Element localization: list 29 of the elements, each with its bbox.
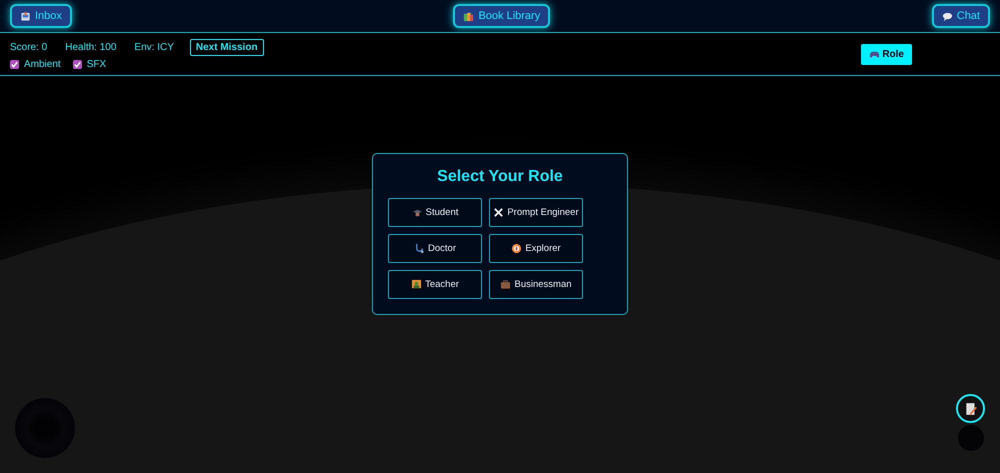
inbox-button[interactable]: Inbox (10, 4, 72, 28)
role-option-button[interactable]: Explorer (489, 234, 583, 263)
briefcase-icon (500, 279, 512, 290)
compass-icon (511, 243, 522, 254)
role-option-button[interactable]: Student (388, 198, 482, 227)
checkbox-label: Ambient (24, 58, 61, 70)
board-icon (411, 279, 422, 290)
stethoscope-icon (414, 243, 425, 254)
next-mission-button[interactable]: Next Mission (190, 38, 264, 56)
dialog-title: Select Your Role (436, 168, 564, 186)
books-icon (463, 10, 474, 22)
stat-text: Score: 0 (10, 42, 48, 52)
chat-icon (942, 10, 953, 22)
role-option-button[interactable]: Prompt Engineer (489, 198, 583, 227)
role-option-button[interactable]: Businessman (489, 270, 583, 299)
role-button[interactable]: Role (861, 44, 912, 64)
inbox-icon (20, 10, 31, 22)
role-option-button[interactable]: Doctor (388, 234, 482, 263)
role-option-button[interactable]: Teacher (388, 270, 482, 299)
stat-text: Env: ICY (134, 42, 174, 52)
checkbox[interactable] (10, 60, 19, 68)
note-pencil-icon (964, 402, 978, 416)
tools-icon (493, 207, 504, 218)
chat-button[interactable]: Chat (932, 4, 990, 28)
checkbox-label: SFX (86, 58, 106, 70)
library-button[interactable]: Book Library (453, 4, 550, 28)
cap-icon (412, 207, 423, 218)
stat-text: Health: 100 (65, 42, 116, 52)
checkbox[interactable] (72, 60, 82, 68)
